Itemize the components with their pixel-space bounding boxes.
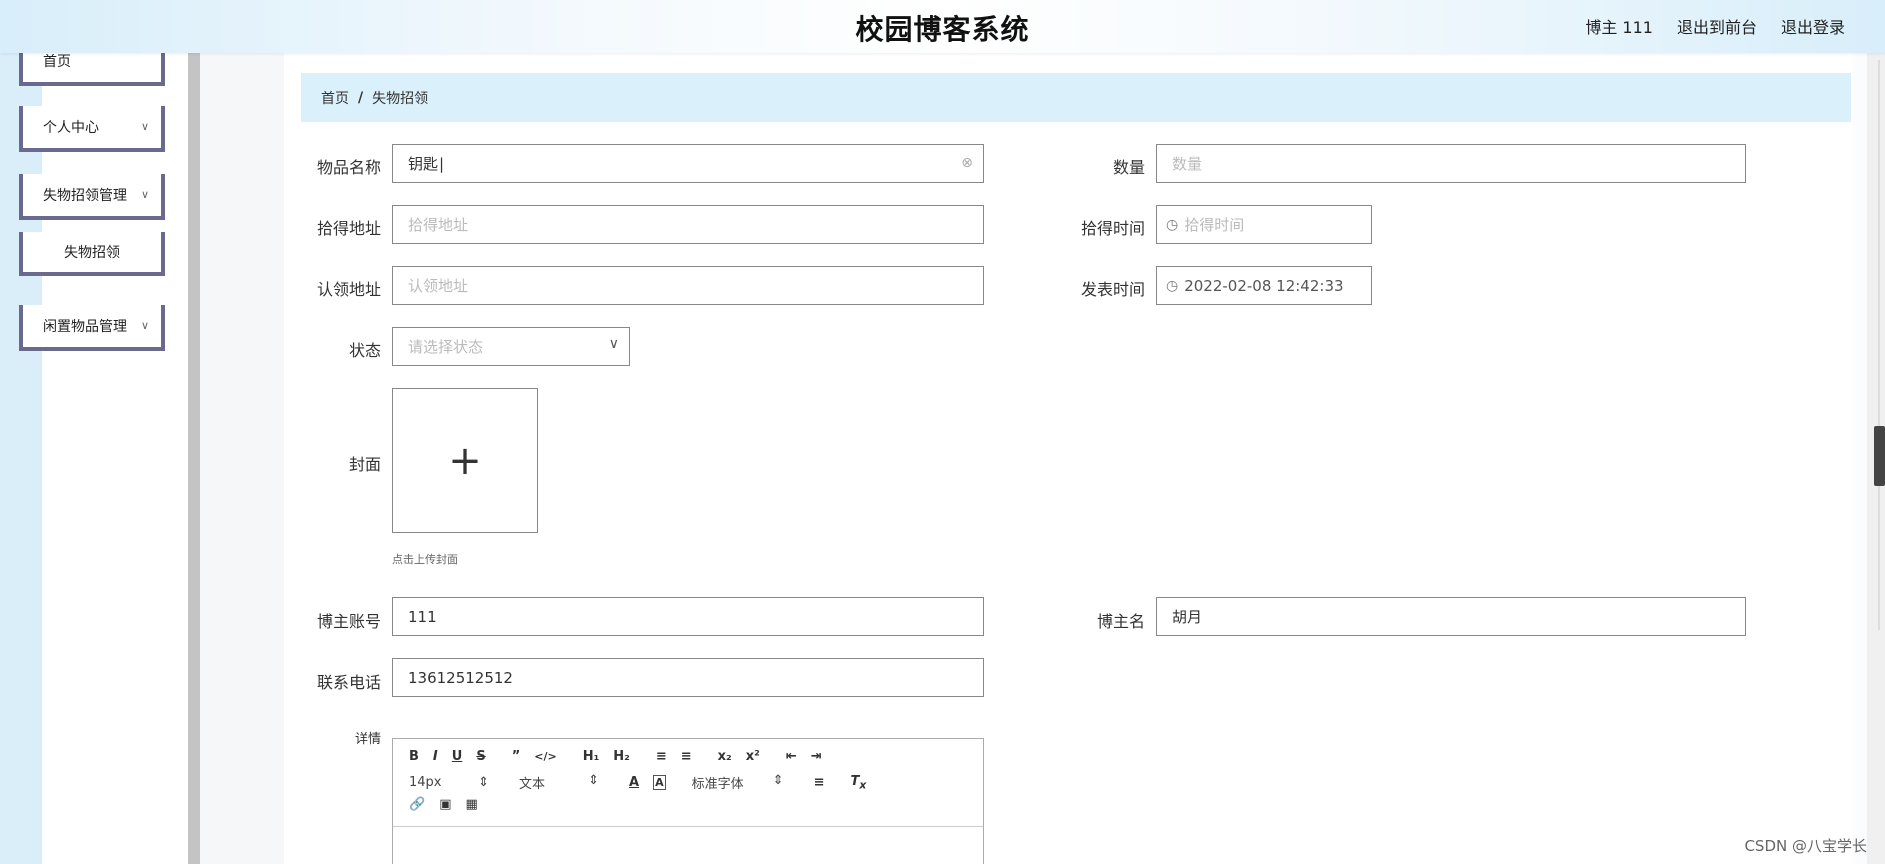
- chevron-down-icon: ∨: [140, 188, 149, 201]
- clock-icon: ◷: [1166, 216, 1179, 233]
- found-time-label: 拾得时间: [1080, 219, 1145, 238]
- publish-time-label: 发表时间: [1080, 280, 1145, 299]
- cover-upload-button[interactable]: +: [392, 388, 538, 533]
- header-actions: 博主 111 退出到前台 退出登录: [1585, 14, 1845, 38]
- video-icon[interactable]: ▦: [465, 797, 477, 812]
- main-left-margin: [200, 53, 284, 864]
- outdent-icon[interactable]: ⇤: [786, 749, 797, 764]
- phone-input[interactable]: 13612512512: [392, 658, 984, 697]
- item-name-input[interactable]: 钥匙 | ⊗: [392, 144, 984, 183]
- sidebar-item-lost-found[interactable]: 失物招领: [19, 232, 165, 276]
- font-size-select[interactable]: 14px ⇕: [409, 775, 489, 790]
- background-color-icon[interactable]: A: [653, 775, 666, 790]
- align-icon[interactable]: ≡: [814, 775, 825, 790]
- editor-toolbar: B I U S ” </> H₁ H₂ ≡ ≡ x₂ x² ⇤ ⇥ 14px ⇕ …: [393, 739, 983, 827]
- chevron-down-icon: ∨: [608, 336, 619, 352]
- found-address-input[interactable]: 拾得地址: [392, 205, 984, 244]
- blogger-name-input[interactable]: 胡月: [1156, 597, 1746, 636]
- sidebar-item-label: 个人中心: [43, 120, 99, 136]
- italic-icon[interactable]: I: [433, 749, 438, 764]
- found-time-picker[interactable]: ◷ 拾得时间: [1156, 205, 1372, 244]
- status-select[interactable]: 请选择状态 ∨: [392, 327, 630, 366]
- scrollbar-thumb[interactable]: [1874, 426, 1885, 486]
- underline-icon[interactable]: U: [452, 749, 463, 764]
- breadcrumb-home[interactable]: 首页: [321, 88, 349, 108]
- sidebar-item-label: 闲置物品管理: [43, 319, 127, 335]
- font-family-select[interactable]: 标准字体 ⇕: [692, 773, 784, 792]
- sidebar-item-label: 首页: [43, 54, 71, 70]
- found-address-label: 拾得地址: [316, 219, 381, 238]
- chevron-down-icon: ∨: [140, 319, 149, 332]
- bold-icon[interactable]: B: [409, 749, 419, 764]
- heading1-icon[interactable]: H₁: [583, 749, 600, 764]
- blogger-account-value: 111: [408, 607, 437, 626]
- status-label: 状态: [348, 341, 381, 360]
- sidebar-item-personal-center[interactable]: 个人中心 ∨: [19, 106, 165, 152]
- strikethrough-icon[interactable]: S: [476, 749, 485, 764]
- found-time-placeholder: 拾得时间: [1184, 216, 1245, 234]
- heading2-icon[interactable]: H₂: [613, 749, 630, 764]
- top-header: 校园博客系统 博主 111 退出到前台 退出登录: [0, 0, 1885, 53]
- quantity-input[interactable]: 数量: [1156, 144, 1746, 183]
- scrollbar-track: [1878, 60, 1880, 630]
- blockquote-icon[interactable]: ”: [512, 749, 521, 764]
- publish-time-value: 2022-02-08 12:42:33: [1184, 276, 1344, 295]
- sidebar-divider: [188, 53, 200, 864]
- plus-icon: +: [448, 437, 482, 484]
- phone-label: 联系电话: [316, 673, 381, 692]
- font-size-value: 14px: [409, 775, 442, 790]
- claim-address-placeholder: 认领地址: [408, 277, 469, 295]
- chevron-down-icon: ∨: [140, 120, 149, 133]
- publish-time-picker[interactable]: ◷ 2022-02-08 12:42:33: [1156, 266, 1372, 305]
- current-user-link[interactable]: 博主 111: [1585, 14, 1653, 38]
- font-family-value: 标准字体: [691, 777, 744, 792]
- updown-icon: ⇕: [772, 773, 784, 788]
- ordered-list-icon[interactable]: ≡: [656, 749, 667, 764]
- item-name-label: 物品名称: [316, 158, 381, 177]
- subscript-icon[interactable]: x₂: [718, 749, 732, 764]
- image-icon[interactable]: ▣: [439, 797, 451, 812]
- text-type-value: 文本: [519, 777, 546, 792]
- sidebar-item-idle-items-management[interactable]: 闲置物品管理 ∨: [19, 305, 165, 351]
- rich-text-editor: B I U S ” </> H₁ H₂ ≡ ≡ x₂ x² ⇤ ⇥ 14px ⇕ …: [392, 738, 984, 864]
- quantity-label: 数量: [1112, 158, 1145, 177]
- updown-icon: ⇕: [588, 773, 599, 788]
- text-type-select[interactable]: 文本 ⇕: [519, 773, 599, 792]
- cover-upload-hint: 点击上传封面: [392, 553, 458, 566]
- bullet-list-icon[interactable]: ≡: [681, 749, 692, 764]
- breadcrumb: 首页 / 失物招领: [301, 73, 1851, 122]
- clear-icon[interactable]: ⊗: [961, 155, 973, 171]
- breadcrumb-current: 失物招领: [372, 90, 429, 107]
- quantity-placeholder: 数量: [1172, 155, 1203, 173]
- blogger-name-label: 博主名: [1096, 612, 1145, 631]
- updown-icon: ⇕: [478, 775, 489, 790]
- code-icon[interactable]: </>: [534, 750, 556, 763]
- logout-link[interactable]: 退出登录: [1781, 14, 1845, 38]
- claim-address-input[interactable]: 认领地址: [392, 266, 984, 305]
- watermark: CSDN @八宝学长: [1744, 837, 1867, 855]
- blogger-account-label: 博主账号: [316, 612, 381, 631]
- superscript-icon[interactable]: x²: [746, 749, 760, 764]
- breadcrumb-separator: /: [358, 89, 364, 106]
- sidebar-item-lost-found-management[interactable]: 失物招领管理 ∨: [19, 174, 165, 220]
- font-color-icon[interactable]: A: [629, 775, 639, 790]
- indent-icon[interactable]: ⇥: [811, 749, 822, 764]
- link-icon[interactable]: 🔗: [409, 797, 425, 812]
- blogger-account-input[interactable]: 111: [392, 597, 984, 636]
- sidebar-item-label: 失物招领管理: [43, 188, 127, 204]
- phone-value: 13612512512: [408, 668, 513, 687]
- claim-address-label: 认领地址: [316, 280, 381, 299]
- blogger-name-value: 胡月: [1172, 608, 1203, 626]
- item-name-value: 钥匙: [408, 155, 439, 173]
- exit-to-front-link[interactable]: 退出到前台: [1677, 14, 1757, 38]
- status-placeholder: 请选择状态: [408, 338, 484, 356]
- cover-label: 封面: [348, 455, 381, 474]
- sidebar-item-label: 失物招领: [64, 245, 120, 261]
- clear-format-icon[interactable]: Tx: [850, 774, 866, 792]
- found-address-placeholder: 拾得地址: [408, 216, 469, 234]
- clock-icon: ◷: [1166, 277, 1179, 294]
- details-label: 详情: [354, 732, 381, 747]
